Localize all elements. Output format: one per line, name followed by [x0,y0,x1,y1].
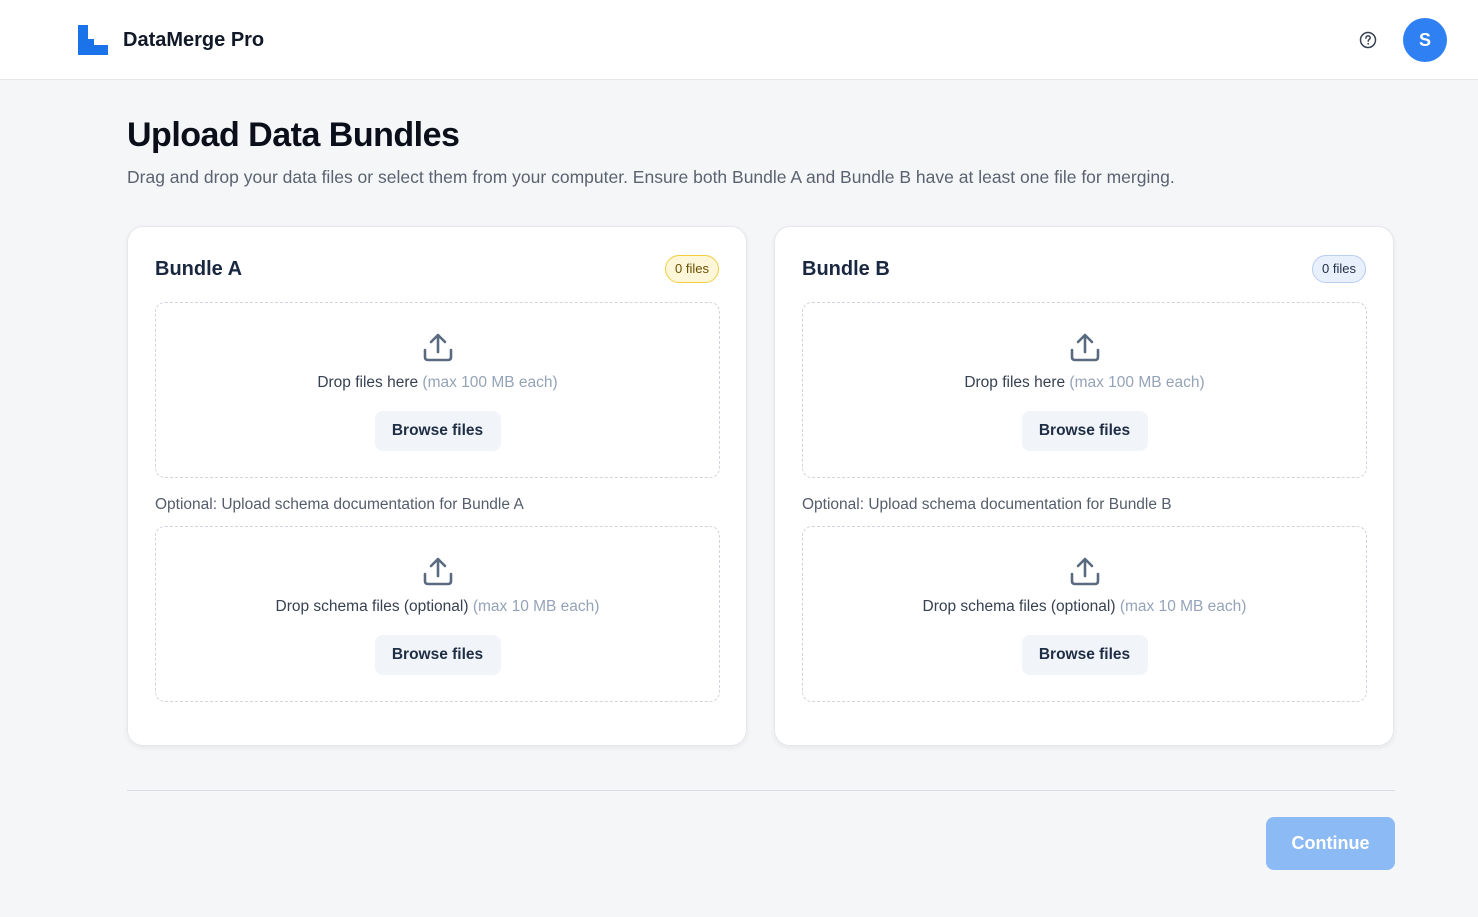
dropzone-label: Drop schema files (optional) [275,598,469,615]
bundle-b-card: Bundle B 0 files Drop files here (max 10… [774,226,1394,746]
bundle-a-file-count-badge: 0 files [665,255,719,283]
question-circle-icon [1359,31,1377,49]
bundle-a-schema-dropzone[interactable]: Drop schema files (optional) (max 10 MB … [155,526,720,702]
dropzone-text: Drop files here (max 100 MB each) [803,373,1366,393]
dropzone-size-hint: (max 10 MB each) [472,598,600,615]
dropzone-size-hint: (max 10 MB each) [1119,598,1247,615]
help-button[interactable] [1356,28,1380,52]
page-title: Upload Data Bundles [127,116,460,154]
dropzone-text: Drop schema files (optional) (max 10 MB … [156,597,719,617]
footer-divider [127,790,1395,791]
continue-button[interactable]: Continue [1266,817,1395,870]
dropzone-size-hint: (max 100 MB each) [1069,374,1205,391]
bundle-a-dropzone[interactable]: Drop files here (max 100 MB each) Browse… [155,302,720,478]
bundle-a-card: Bundle A 0 files Drop files here (max 10… [127,226,747,746]
top-bar: DataMerge Pro S [0,0,1478,80]
upload-icon [423,557,452,586]
bundle-a-schema-browse-button[interactable]: Browse files [374,635,501,675]
upload-icon [1070,333,1099,362]
dropzone-text: Drop files here (max 100 MB each) [156,373,719,393]
dropzone-size-hint: (max 100 MB each) [422,374,558,391]
upload-icon [423,333,452,362]
stair-logo-icon [78,25,108,55]
bundle-b-file-count-badge: 0 files [1312,255,1366,283]
page-description: Drag and drop your data files or select … [127,167,1175,187]
dropzone-label: Drop files here [317,374,419,391]
dropzone-text: Drop schema files (optional) (max 10 MB … [803,597,1366,617]
bundle-b-title: Bundle B [802,258,890,280]
bundle-b-schema-label: Optional: Upload schema documentation fo… [802,496,1172,513]
bundle-a-schema-label: Optional: Upload schema documentation fo… [155,496,524,513]
bundle-b-schema-dropzone[interactable]: Drop schema files (optional) (max 10 MB … [802,526,1367,702]
bundle-b-browse-button[interactable]: Browse files [1021,411,1148,451]
upload-icon [1070,557,1099,586]
user-avatar[interactable]: S [1403,18,1447,62]
dropzone-label: Drop schema files (optional) [922,598,1116,615]
bundle-b-schema-browse-button[interactable]: Browse files [1021,635,1148,675]
bundle-a-browse-button[interactable]: Browse files [374,411,501,451]
bundle-a-title: Bundle A [155,258,243,280]
dropzone-label: Drop files here [964,374,1066,391]
app-title: DataMerge Pro [123,29,265,51]
bundle-b-dropzone[interactable]: Drop files here (max 100 MB each) Browse… [802,302,1367,478]
